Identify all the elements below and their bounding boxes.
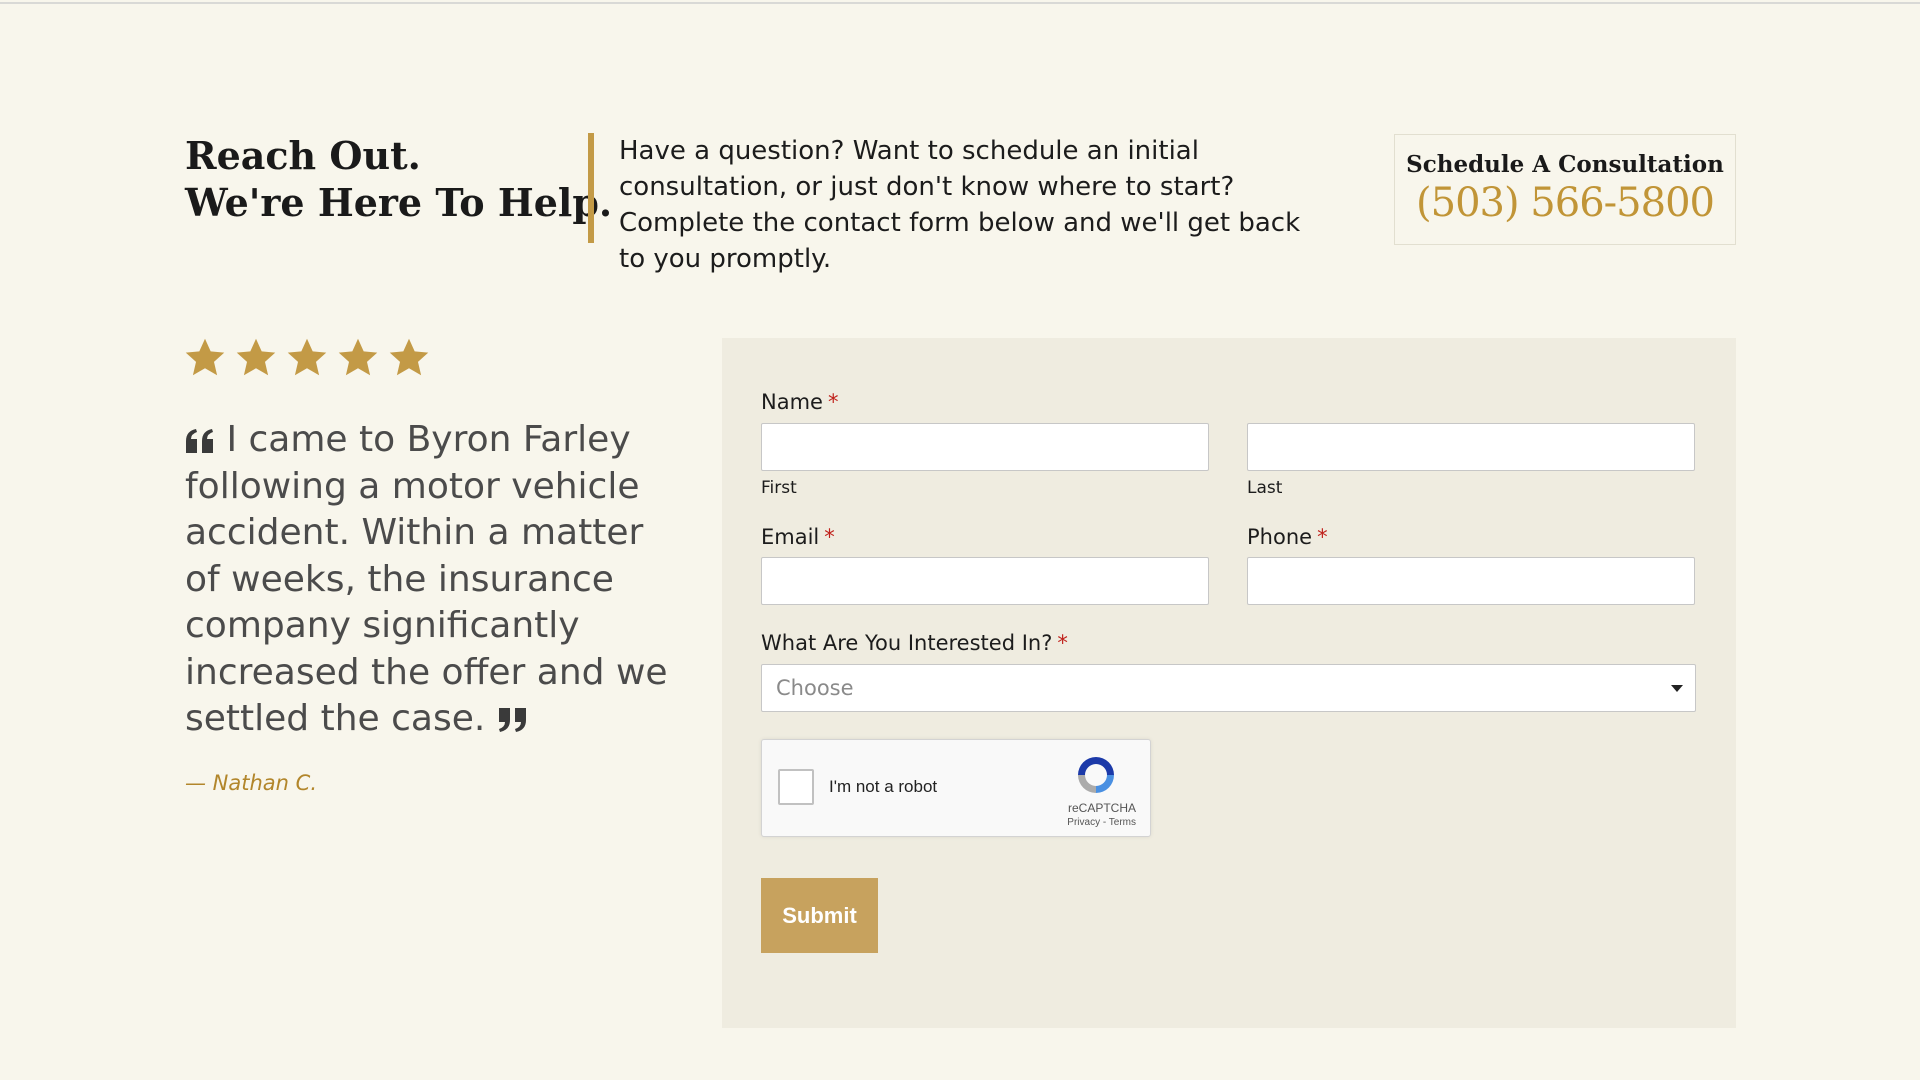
star-icon bbox=[185, 338, 225, 376]
name-label: Name * bbox=[761, 390, 838, 414]
top-divider bbox=[0, 2, 1920, 4]
star-icon bbox=[236, 338, 276, 376]
testimonial-author: — Nathan C. bbox=[185, 771, 317, 795]
star-icon bbox=[338, 338, 378, 376]
interest-label-text: What Are You Interested In? bbox=[761, 631, 1053, 655]
last-name-input[interactable] bbox=[1247, 423, 1695, 471]
consultation-box: Schedule A Consultation (503) 566-5800 bbox=[1394, 134, 1736, 245]
email-field[interactable] bbox=[761, 557, 1209, 605]
star-rating bbox=[183, 336, 431, 380]
star-icon bbox=[287, 338, 327, 376]
submit-button[interactable]: Submit bbox=[761, 878, 878, 953]
required-mark: * bbox=[827, 390, 839, 414]
recaptcha-checkbox[interactable] bbox=[778, 769, 814, 805]
interest-label: What Are You Interested In? * bbox=[761, 631, 1068, 655]
name-label-text: Name bbox=[761, 390, 823, 414]
required-mark: * bbox=[1057, 631, 1068, 655]
heading-line-2: We're Here To Help. bbox=[185, 180, 613, 225]
interest-select-value: Choose bbox=[776, 676, 854, 700]
consultation-phone-link[interactable]: (503) 566-5800 bbox=[1395, 180, 1735, 226]
consultation-label: Schedule A Consultation bbox=[1406, 151, 1724, 178]
close-quote-icon bbox=[498, 708, 526, 732]
recaptcha-label: I'm not a robot bbox=[829, 777, 938, 796]
recaptcha-logo-icon bbox=[1078, 757, 1114, 793]
recaptcha-widget: I'm not a robot reCAPTCHA Privacy - Term… bbox=[761, 739, 1151, 837]
heading-line-1: Reach Out. bbox=[185, 133, 421, 178]
page-heading: Reach Out. We're Here To Help. bbox=[185, 132, 612, 226]
first-name-input[interactable] bbox=[761, 423, 1209, 471]
open-quote-icon bbox=[186, 429, 213, 453]
required-mark: * bbox=[1317, 525, 1328, 549]
testimonial-quote: I came to Byron Farley following a motor… bbox=[185, 417, 675, 743]
intro-text: Have a question? Want to schedule an ini… bbox=[588, 133, 1328, 274]
phone-label-text: Phone bbox=[1247, 525, 1313, 549]
first-sublabel: First bbox=[761, 478, 797, 498]
recaptcha-links[interactable]: Privacy - Terms bbox=[1067, 817, 1136, 828]
email-label-text: Email bbox=[761, 525, 820, 549]
interest-select[interactable]: Choose bbox=[761, 664, 1696, 712]
required-mark: * bbox=[824, 525, 835, 549]
last-sublabel: Last bbox=[1247, 478, 1283, 498]
chevron-down-icon bbox=[1671, 685, 1683, 692]
phone-field[interactable] bbox=[1247, 557, 1695, 605]
star-icon bbox=[389, 338, 429, 376]
contact-form: Name * First Last Email * Phone * What Are … bbox=[722, 338, 1736, 1028]
email-label: Email * bbox=[761, 525, 835, 549]
phone-label: Phone * bbox=[1247, 525, 1328, 549]
recaptcha-brand: reCAPTCHA bbox=[1067, 801, 1136, 815]
testimonial-text: I came to Byron Farley following a motor… bbox=[185, 419, 668, 739]
